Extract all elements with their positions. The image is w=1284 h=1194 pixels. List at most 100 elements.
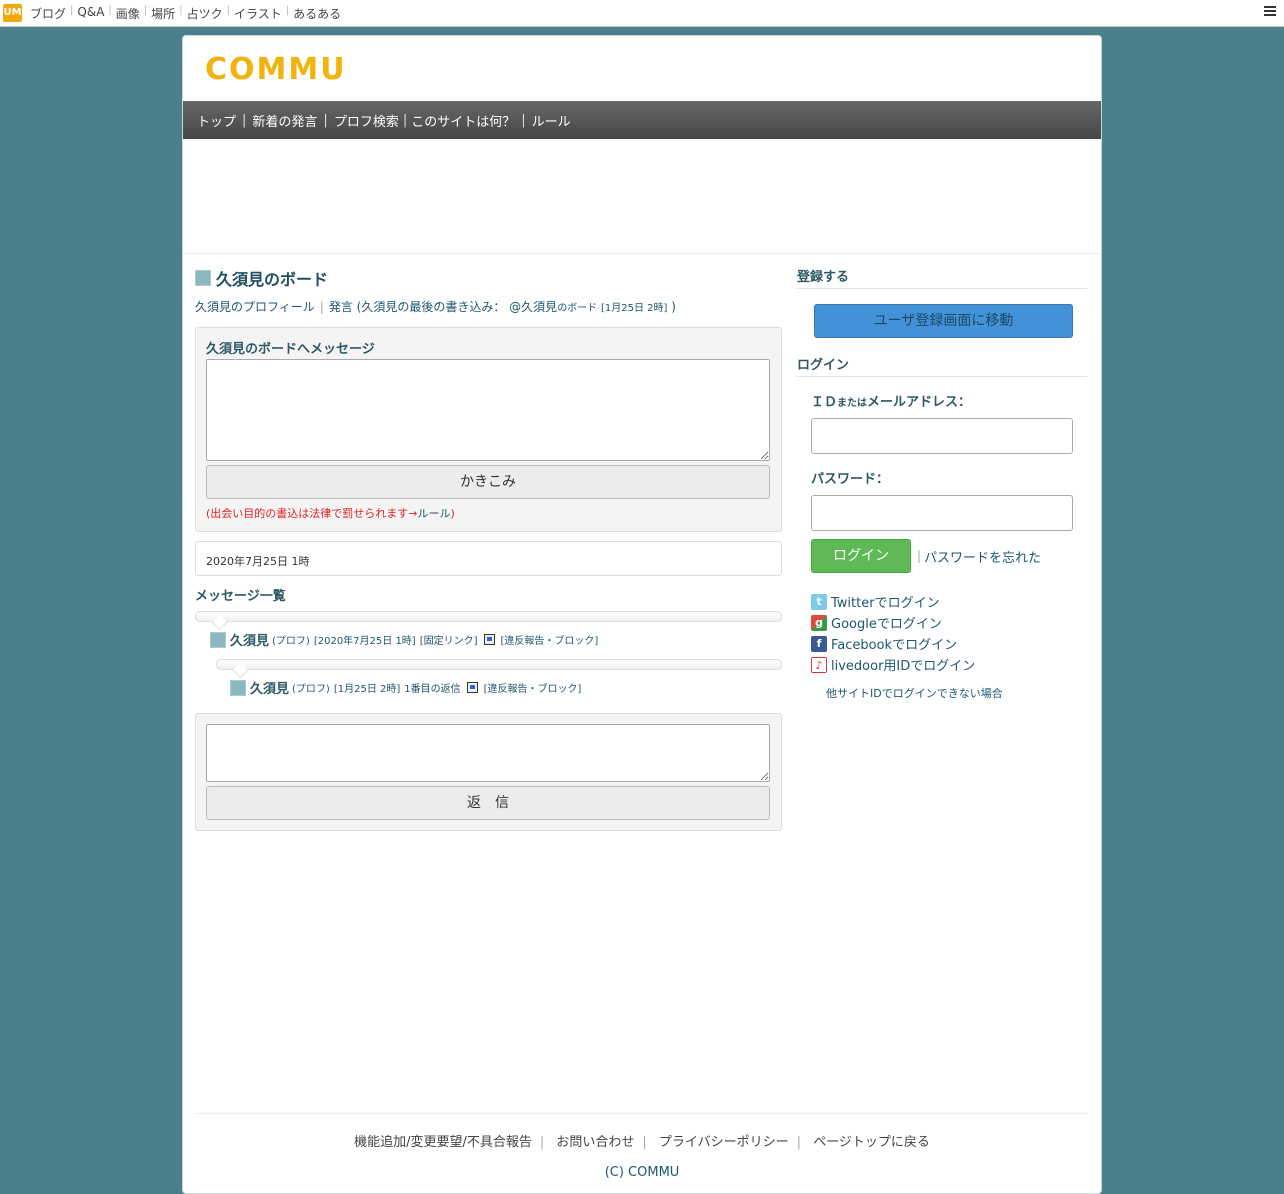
separator: |: [402, 112, 408, 128]
footer-link-privacy[interactable]: プライバシーポリシー: [659, 1135, 789, 1150]
message-author[interactable]: 久須見: [230, 630, 269, 649]
footer-link-feedback[interactable]: 機能追加/変更要望/不具合報告: [354, 1135, 532, 1150]
reply-textarea[interactable]: [206, 724, 770, 782]
utility-links: ブログ | Q&A | 画像 | 場所 | 占ツク | イラスト | あるある: [30, 5, 341, 22]
message-meta: 久須見 (プロフ) [2020年7月25日 1時] [固定リンク] [違反報告・…: [210, 630, 782, 649]
utility-link-aruaru[interactable]: あるある: [293, 5, 341, 22]
message-item: 久須見 (プロフ) [1月25日 2時] 1番目の返信 [違反報告・ブロック]: [216, 659, 782, 697]
global-nav: トップ | 新着の発言 | プロフ検索 | このサイトは何？ | ルール: [183, 101, 1101, 139]
site-header: COMMU: [183, 36, 1101, 101]
id-label: ＩＤまたはメールアドレス：: [811, 395, 972, 410]
footer: 機能追加/変更要望/不具合報告 | お問い合わせ | プライバシーポリシー | ページ…: [196, 1113, 1088, 1180]
legal-warning: (出会い目的の書込は法律で罰せられます→ルール): [206, 507, 455, 520]
separator: |: [539, 1135, 545, 1150]
reply-number: 1番目の返信: [404, 684, 461, 695]
avatar-icon: [230, 679, 246, 696]
report-link[interactable]: [違反報告・ブロック]: [501, 632, 599, 647]
last-post-prefix: (久須見の最後の書き込み：: [356, 300, 506, 314]
post-submit-button[interactable]: かきこみ: [206, 465, 770, 499]
nav-profile-search[interactable]: プロフ検索: [334, 111, 399, 130]
message-time: [1月25日 2時]: [333, 684, 401, 695]
separator: |: [179, 5, 183, 16]
warning-rules-link[interactable]: ルール: [418, 507, 451, 520]
login-heading: ログイン: [797, 354, 1087, 377]
separator: |: [323, 112, 328, 128]
utility-link-images[interactable]: 画像: [116, 5, 140, 22]
password-input[interactable]: [811, 495, 1073, 531]
main-column: 久須見のボード 久須見のプロフィール | 発言 (久須見の最後の書き込み： @久…: [195, 266, 782, 831]
twitter-login[interactable]: t Twitterでログイン: [811, 591, 1087, 612]
page-container: COMMU トップ | 新着の発言 | プロフ検索 | このサイトは何？ | ルール 久…: [182, 35, 1102, 1194]
footer-link-contact[interactable]: お問い合わせ: [556, 1135, 634, 1150]
date-box: 2020年7月25日 1時: [195, 541, 782, 576]
nav-about[interactable]: このサイトは何？: [411, 111, 515, 130]
separator: |: [226, 5, 230, 16]
separator: |: [319, 299, 324, 314]
separator: |: [108, 5, 112, 16]
login-row: ログイン | パスワードを忘れた: [811, 539, 1087, 573]
login-button[interactable]: ログイン: [811, 539, 911, 573]
post-form: 久須見のボードへメッセージ かきこみ (出会い目的の書込は法律で罰せられます→ル…: [195, 327, 782, 532]
reply-submit-button[interactable]: 返 信: [206, 786, 770, 820]
message-meta: 久須見 (プロフ) [1月25日 2時] 1番目の返信 [違反報告・ブロック]: [230, 678, 782, 697]
nav-top[interactable]: トップ: [197, 111, 236, 130]
separator: |: [521, 112, 526, 128]
footer-link-pagetop[interactable]: ページトップに戻る: [813, 1135, 930, 1150]
message-bubble: [195, 611, 782, 622]
livedoor-login[interactable]: ♪ livedoor用IDでログイン: [811, 654, 1087, 675]
nav-rules[interactable]: ルール: [532, 111, 571, 130]
messages-title: メッセージ一覧: [195, 589, 286, 604]
post-form-label: 久須見のボードへメッセージ: [206, 342, 375, 357]
other-id-link[interactable]: 他サイトIDでログインできない場合: [826, 685, 1087, 701]
id-input[interactable]: [811, 418, 1073, 454]
um-logo-icon[interactable]: UM: [3, 4, 22, 22]
utility-link-places[interactable]: 場所: [151, 5, 175, 22]
livedoor-icon: ♪: [811, 656, 827, 673]
ad-area: [183, 139, 1101, 254]
utility-link-uranai[interactable]: 占ツク: [187, 5, 223, 22]
fixed-link[interactable]: [固定リンク]: [420, 632, 478, 647]
message-bubble: [216, 659, 782, 670]
message-author[interactable]: 久須見: [250, 678, 289, 697]
separator: |: [917, 549, 922, 563]
utility-link-qa[interactable]: Q&A: [77, 5, 104, 22]
message-time: [2020年7月25日 1時]: [313, 636, 416, 647]
password-label: パスワード：: [811, 472, 890, 487]
message-prof-link[interactable]: (プロフ): [272, 632, 310, 647]
report-icon[interactable]: [466, 682, 478, 693]
message-item: 久須見 (プロフ) [2020年7月25日 1時] [固定リンク] [違反報告・…: [195, 611, 782, 649]
board-subnav: 久須見のプロフィール | 発言 (久須見の最後の書き込み： @久須見のボード […: [195, 298, 782, 315]
footer-links: 機能追加/変更要望/不具合報告 | お問い合わせ | プライバシーポリシー | ページ…: [196, 1131, 1088, 1150]
report-link[interactable]: [違反報告・ブロック]: [484, 680, 582, 695]
message-textarea[interactable]: [206, 359, 770, 461]
last-post-link[interactable]: @久須見のボード: [509, 298, 597, 315]
profile-link[interactable]: 久須見のプロフィール: [195, 298, 315, 315]
separator: |: [796, 1135, 802, 1150]
commu-logo[interactable]: COMMU: [205, 52, 347, 87]
forgot-password-link[interactable]: パスワードを忘れた: [924, 547, 1041, 566]
avatar-icon: [195, 270, 211, 286]
report-icon[interactable]: [483, 634, 495, 645]
utility-link-illust[interactable]: イラスト: [234, 5, 282, 22]
facebook-icon: f: [811, 635, 827, 652]
google-login[interactable]: g Googleでログイン: [811, 612, 1087, 633]
message-list: 久須見 (プロフ) [2020年7月25日 1時] [固定リンク] [違反報告・…: [195, 611, 782, 697]
board-heading: 久須見のボード: [195, 266, 782, 290]
facebook-login[interactable]: f Facebookでログイン: [811, 633, 1087, 654]
message-prof-link[interactable]: (プロフ): [292, 680, 330, 695]
avatar-icon: [210, 631, 226, 648]
top-utility-bar: UM ブログ | Q&A | 画像 | 場所 | 占ツク | イラスト | あるある: [0, 0, 1284, 27]
register-button[interactable]: ユーザ登録画面に移動: [814, 304, 1073, 338]
hamburger-menu-icon[interactable]: [1264, 4, 1276, 18]
last-post-close: ): [671, 299, 676, 314]
nav-new-posts[interactable]: 新着の発言: [252, 111, 317, 130]
sidebar: 登録する ユーザ登録画面に移動 ログイン ＩＤまたはメールアドレス： パスワード…: [797, 266, 1087, 701]
copyright: (C) COMMU: [604, 1165, 680, 1180]
twitter-icon: t: [811, 593, 827, 610]
google-icon: g: [811, 614, 827, 631]
posts-link[interactable]: 発言: [329, 298, 353, 315]
utility-link-blog[interactable]: ブログ: [30, 5, 66, 22]
separator: |: [70, 5, 74, 16]
last-post-time: [1月25日 2時]: [601, 303, 668, 314]
board-title: 久須見のボード: [216, 270, 329, 289]
